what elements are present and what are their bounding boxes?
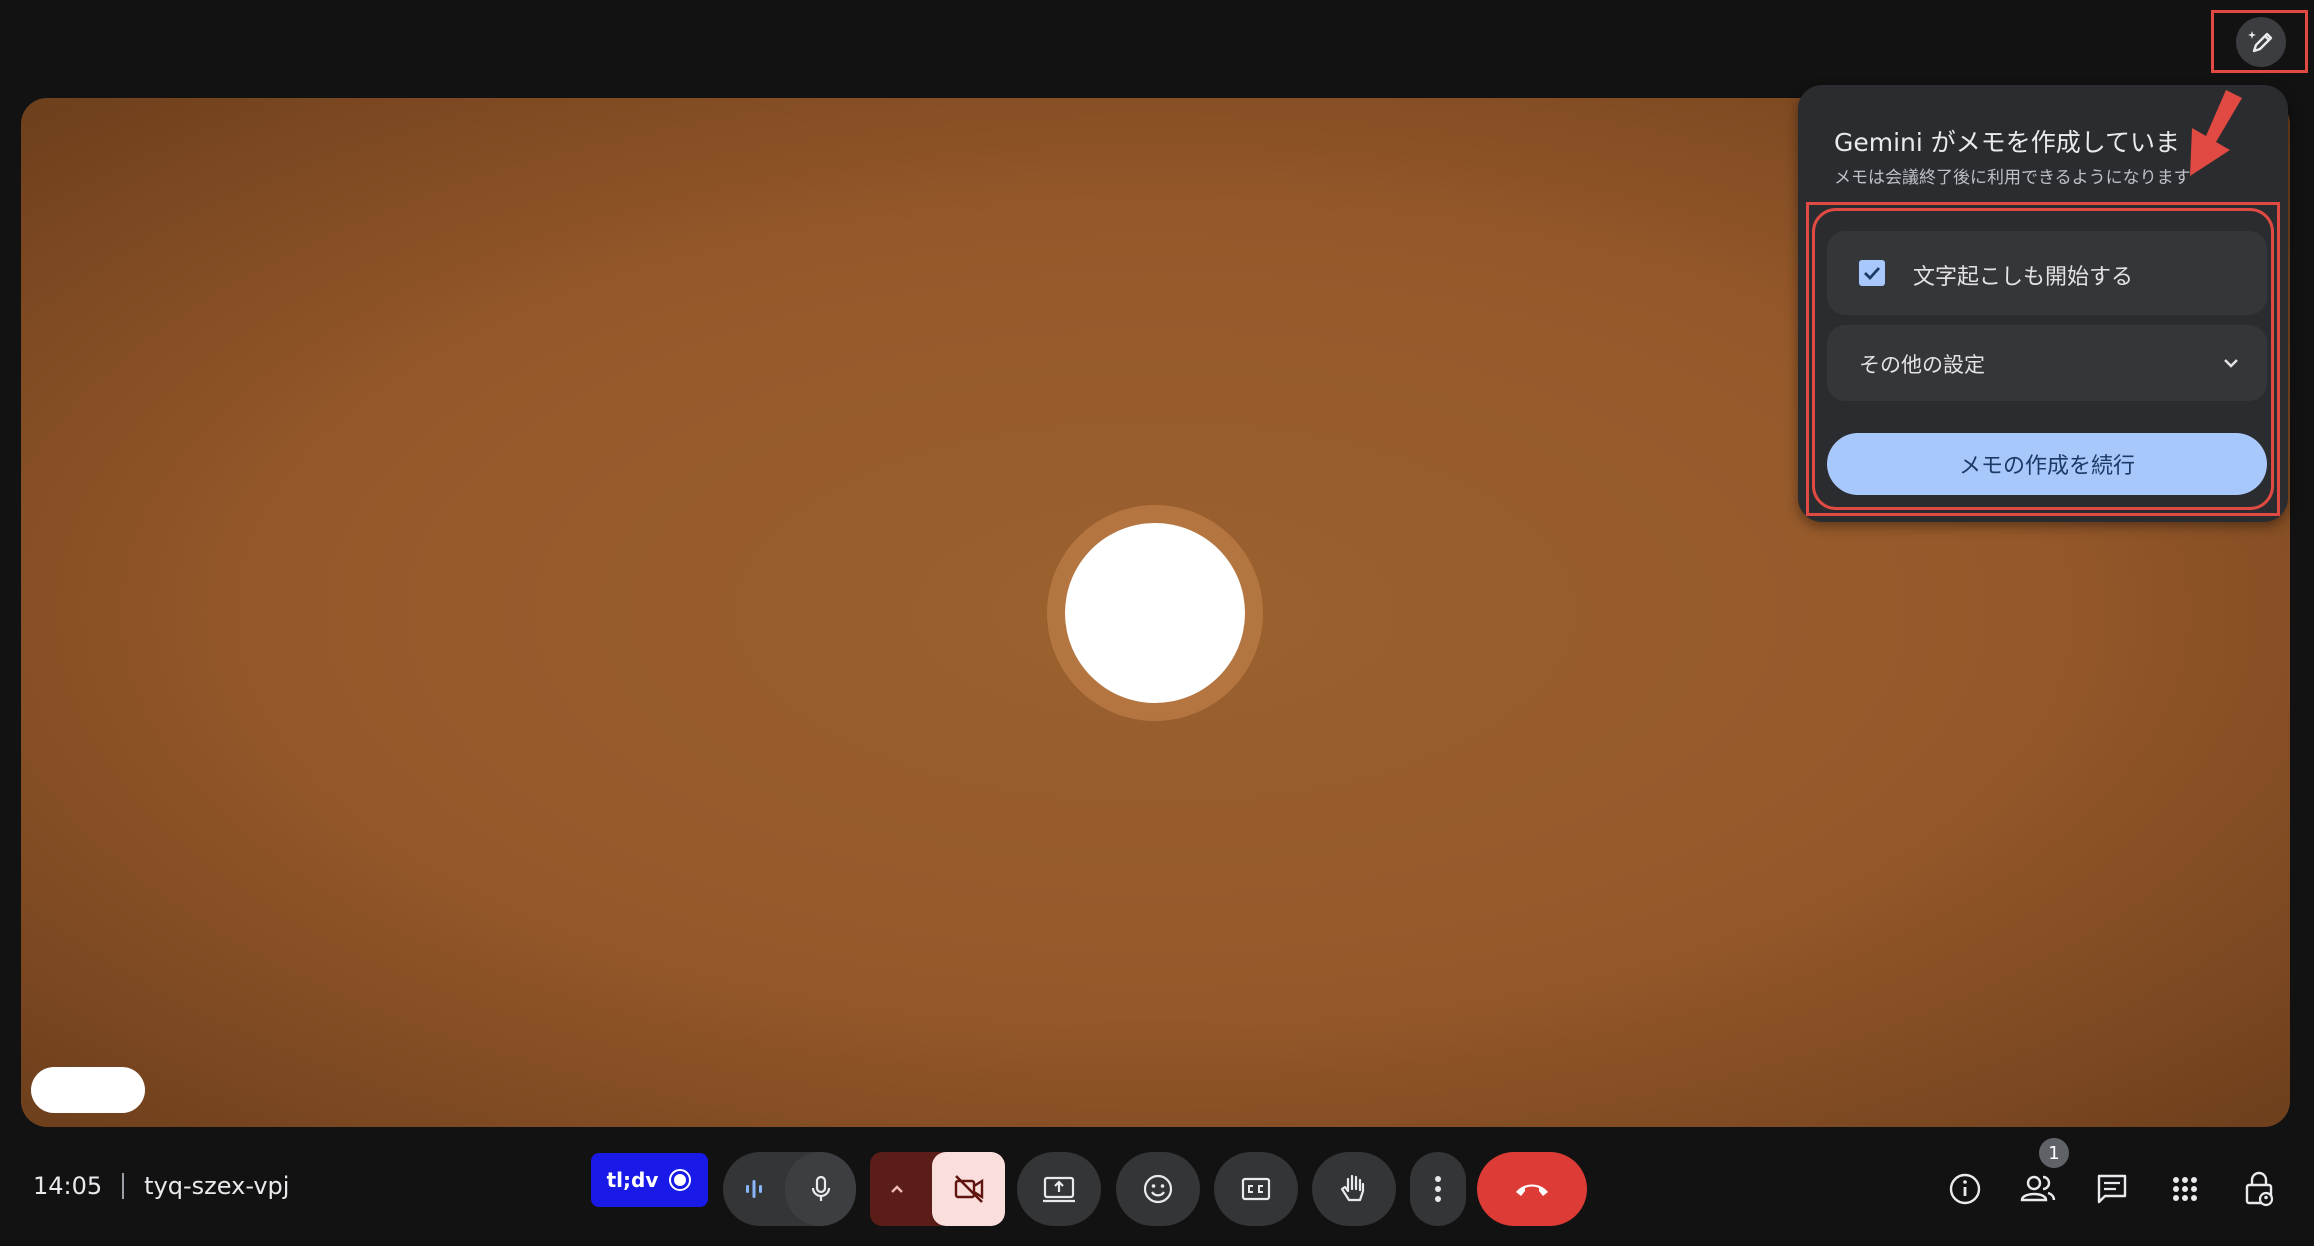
- host-controls-lock-icon: [2245, 1171, 2274, 1207]
- raise-hand-icon: [1340, 1174, 1365, 1202]
- more-options-button[interactable]: [1410, 1152, 1466, 1226]
- annotation-box-panel-options: 文字起こしも開始する その他の設定 メモの作成を続行: [1806, 202, 2280, 516]
- panel-subtitle: メモは会議終了後に利用できるようになります: [1834, 168, 2191, 188]
- audio-wave-icon: [746, 1180, 762, 1198]
- apps-grid-icon: [2173, 1177, 2197, 1201]
- camera-off-icon: [954, 1175, 983, 1203]
- tldv-label: tl;dv: [606, 1168, 659, 1192]
- tldv-record-button[interactable]: tl;dv: [591, 1153, 708, 1207]
- activities-button[interactable]: [2160, 1164, 2210, 1214]
- info-icon: [1949, 1173, 1981, 1205]
- camera-control: [870, 1152, 1005, 1226]
- more-vert-icon: [1435, 1176, 1441, 1202]
- transcript-label: 文字起こしも開始する: [1913, 265, 2134, 290]
- present-screen-button[interactable]: [1017, 1152, 1101, 1226]
- more-settings-dropdown[interactable]: その他の設定: [1827, 325, 2267, 401]
- microphone-toggle-button[interactable]: [785, 1152, 856, 1226]
- more-settings-label: その他の設定: [1859, 353, 1985, 377]
- emoji-icon: [1143, 1174, 1173, 1204]
- meet-window: Gemini がメモを作成していま メモは会議終了後に利用できるようになります …: [0, 0, 2314, 1246]
- captions-icon: [1241, 1177, 1271, 1201]
- participant-avatar-ring: [1047, 505, 1263, 721]
- notes-pencil-sparkle-icon: [2248, 31, 2273, 53]
- take-notes-button[interactable]: [2236, 17, 2286, 67]
- participant-avatar: [1065, 523, 1245, 703]
- checkmark-icon: [1864, 267, 1881, 281]
- people-button[interactable]: [2013, 1164, 2063, 1214]
- meeting-time: 14:05: [33, 1172, 103, 1200]
- captions-button[interactable]: [1214, 1152, 1298, 1226]
- transcript-checkbox[interactable]: [1859, 260, 1885, 286]
- chevron-down-icon: [2224, 359, 2238, 368]
- audio-settings-button[interactable]: [723, 1152, 785, 1226]
- panel-options: 文字起こしも開始する その他の設定 メモの作成を続行: [1812, 208, 2274, 510]
- meeting-details-button[interactable]: [1940, 1164, 1990, 1214]
- end-call-icon: [1516, 1184, 1548, 1196]
- panel-title: Gemini がメモを作成していま: [1834, 128, 2181, 157]
- people-icon: [2020, 1175, 2056, 1202]
- microphone-control: [723, 1152, 856, 1226]
- meeting-code: tyq-szex-vpj: [144, 1172, 290, 1200]
- chat-button[interactable]: [2087, 1164, 2137, 1214]
- present-screen-icon: [1043, 1176, 1075, 1203]
- camera-toggle-button[interactable]: [932, 1152, 1005, 1226]
- divider: [122, 1173, 125, 1199]
- microphone-icon: [811, 1175, 830, 1201]
- raise-hand-button[interactable]: [1312, 1152, 1396, 1226]
- send-reaction-button[interactable]: [1116, 1152, 1200, 1226]
- host-controls-button[interactable]: [2234, 1164, 2284, 1214]
- meeting-info: 14:05 tyq-szex-vpj: [33, 1172, 289, 1200]
- participant-name-tag: [31, 1067, 145, 1113]
- chevron-up-icon: [891, 1185, 903, 1193]
- chat-icon: [2097, 1174, 2127, 1204]
- annotation-arrow-icon: [2190, 90, 2242, 176]
- record-icon: [669, 1169, 692, 1191]
- annotation-box-notes-button: [2211, 10, 2308, 73]
- continue-notes-button[interactable]: メモの作成を続行: [1827, 433, 2267, 495]
- transcript-option[interactable]: 文字起こしも開始する: [1827, 231, 2267, 315]
- leave-call-button[interactable]: [1477, 1152, 1587, 1226]
